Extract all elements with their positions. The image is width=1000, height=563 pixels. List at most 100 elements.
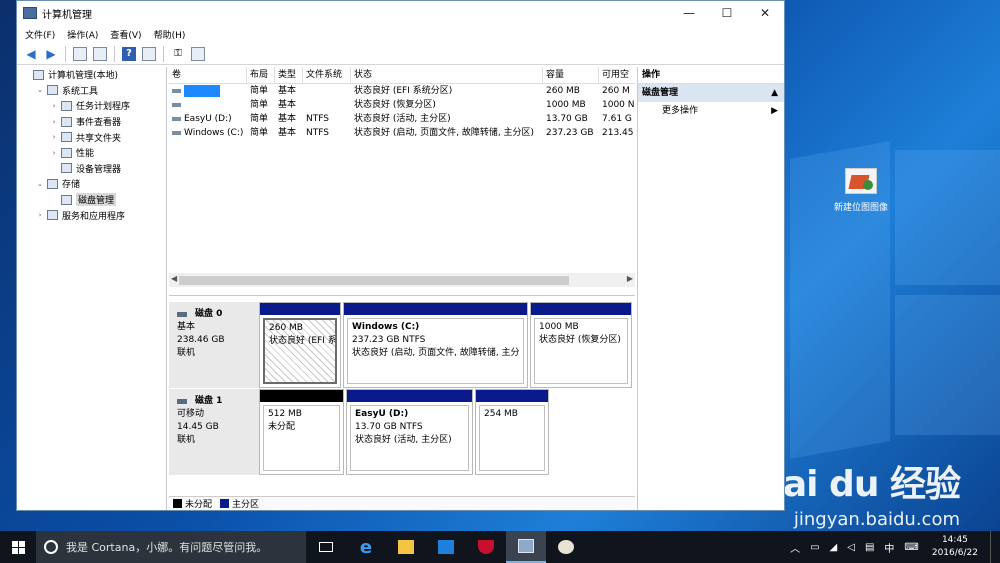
tree-item[interactable]: ⌄ 存储	[17, 176, 166, 192]
battery-icon[interactable]: ▭	[810, 542, 819, 553]
console-tree-icon[interactable]	[93, 46, 107, 61]
volume-cell: 13.70 GB	[546, 114, 588, 124]
forward-arrow-icon[interactable]: ▶	[44, 47, 58, 61]
tree-item[interactable]: 计算机管理(本地)	[17, 67, 166, 83]
tree-item[interactable]: › 服务和应用程序	[17, 207, 166, 223]
scroll-right-icon[interactable]: ▶	[627, 274, 633, 283]
tree-item[interactable]: ⌄ 系统工具	[17, 83, 166, 99]
partition-size: 260 MB	[269, 323, 303, 333]
menu-help[interactable]: 帮助(H)	[154, 28, 186, 41]
disk-row[interactable]: 磁盘 1 可移动 14.45 GB 联机 512 MB 未分配 EasyU (D:) 13.7…	[169, 389, 635, 475]
horizontal-scrollbar[interactable]: ◀ ▶	[169, 273, 635, 287]
volume-cell: 基本	[278, 114, 297, 124]
volume-row[interactable]: Windows (C:) 简单 基本 NTFS 状态良好 (启动, 页面文件, 故障转储…	[169, 126, 635, 140]
partition-color-bar	[531, 303, 631, 315]
taskbar-store[interactable]	[426, 531, 466, 563]
folder-icon	[398, 540, 414, 554]
column-header-layout[interactable]: 布局	[247, 67, 275, 83]
column-header-status[interactable]: 状态	[351, 67, 543, 83]
menu-view[interactable]: 查看(V)	[110, 28, 141, 41]
title-bar[interactable]: 计算机管理 — ☐ ✕	[17, 1, 784, 25]
actions-section-disk-management[interactable]: 磁盘管理 ▲	[638, 84, 784, 102]
volume-row[interactable]: EasyU (D:) 简单 基本 NTFS 状态良好 (活动, 主分区) 13.70 GB…	[169, 112, 635, 126]
column-header-filesystem[interactable]: 文件系统	[303, 67, 351, 83]
partition-block[interactable]: Windows (C:) 237.23 GB NTFS 状态良好 (启动, 页面文件…	[343, 302, 528, 388]
disk-row[interactable]: 磁盘 0 基本 238.46 GB 联机 260 MB 状态良好 (EFI 系 Window…	[169, 302, 635, 388]
menu-file[interactable]: 文件(F)	[25, 28, 55, 41]
taskbar-mcafee[interactable]	[466, 531, 506, 563]
ime-mode-icon[interactable]: ⌨	[904, 542, 918, 553]
volume-row[interactable]: 简单 基本 状态良好 (EFI 系统分区) 260 MB 260 M	[169, 84, 635, 98]
key-icon[interactable]: ⚿	[171, 47, 185, 61]
clock[interactable]: 14:45 2016/6/22	[924, 534, 986, 560]
column-header-type[interactable]: 类型	[275, 67, 303, 83]
tree-item[interactable]: 设备管理器	[17, 161, 166, 177]
column-header-capacity[interactable]: 容量	[543, 67, 599, 83]
scrollbar-thumb[interactable]	[179, 276, 569, 285]
partition-block[interactable]: EasyU (D:) 13.70 GB NTFS 状态良好 (活动, 主分区)	[346, 389, 473, 475]
tree-item[interactable]: › 共享文件夹	[17, 129, 166, 145]
more-actions-item[interactable]: 更多操作 ▶	[638, 102, 784, 120]
volume-cell: NTFS	[306, 114, 329, 124]
taskbar-computer-management[interactable]	[506, 531, 546, 563]
partition-status: 未分配	[268, 422, 296, 432]
column-header-volume[interactable]: 卷	[169, 67, 247, 83]
start-button[interactable]	[0, 531, 36, 563]
scroll-left-icon[interactable]: ◀	[171, 274, 177, 283]
tree-expander-icon[interactable]: ›	[35, 211, 45, 219]
volume-row[interactable]: 简单 基本 状态良好 (恢复分区) 1000 MB 1000 N	[169, 98, 635, 112]
up-folder-icon[interactable]	[73, 46, 87, 61]
input-method-indicator[interactable]: 中	[884, 540, 894, 555]
tree-item[interactable]: 磁盘管理	[17, 192, 166, 208]
taskbar-edge[interactable]: e	[346, 531, 386, 563]
partition-block[interactable]: 512 MB 未分配	[259, 389, 344, 475]
tree-expander-icon[interactable]: ›	[49, 102, 59, 110]
column-header-free[interactable]: 可用空	[599, 67, 635, 83]
tree-expander-icon[interactable]: ⌄	[35, 86, 45, 94]
partition-size: 1000 MB	[539, 322, 579, 332]
disk-size: 238.46 GB	[177, 335, 225, 345]
tree-node-icon	[47, 178, 58, 189]
partition-block[interactable]: 260 MB 状态良好 (EFI 系	[259, 302, 341, 388]
network-icon[interactable]: ◢	[830, 542, 838, 553]
show-hidden-icons-icon[interactable]: ︿	[790, 540, 800, 555]
list-view-icon[interactable]	[191, 46, 205, 61]
volume-icon[interactable]: ◁	[847, 542, 855, 553]
maximize-button[interactable]: ☐	[708, 1, 746, 25]
partition-block[interactable]: 1000 MB 状态良好 (恢复分区)	[530, 302, 632, 388]
help-icon[interactable]: ?	[122, 46, 136, 61]
partition-block[interactable]: 254 MB	[475, 389, 549, 475]
disk-label[interactable]: 磁盘 0 基本 238.46 GB 联机	[169, 302, 259, 388]
tree-expander-icon[interactable]: ›	[49, 118, 59, 126]
volume-list: 卷 布局 类型 文件系统 状态 容量 可用空 简单 基本 状态良好 (EFI 系统分…	[169, 67, 635, 287]
desktop-icon-bitmap[interactable]: 新建位图图像	[826, 168, 896, 213]
action-center-icon[interactable]: ▤	[865, 542, 874, 553]
tree-expander-icon[interactable]: ›	[49, 149, 59, 157]
back-arrow-icon[interactable]: ◀	[24, 47, 38, 61]
volume-cell: 1000 MB	[546, 100, 586, 110]
partition-status: 状态良好 (启动, 页面文件, 故障转储, 主分	[352, 348, 520, 358]
disk-label[interactable]: 磁盘 1 可移动 14.45 GB 联机	[169, 389, 259, 475]
properties-icon[interactable]	[142, 46, 156, 61]
collapse-up-icon[interactable]: ▲	[771, 84, 778, 102]
toolbar-separator	[114, 45, 115, 62]
task-view-button[interactable]	[306, 531, 346, 563]
cortana-search-box[interactable]: 我是 Cortana，小娜。有问题尽管问我。	[36, 531, 306, 563]
tree-item[interactable]: › 性能	[17, 145, 166, 161]
close-button[interactable]: ✕	[746, 1, 784, 25]
minimize-button[interactable]: —	[670, 1, 708, 25]
console-tree: 计算机管理(本地) ⌄ 系统工具 › 任务计划程序 › 事件查看器 › 共享文件夹 › 性能 设备管理…	[17, 67, 167, 510]
legend-label: 未分配	[185, 500, 213, 510]
volume-cell: 260 MB	[546, 86, 580, 96]
volume-cell: 状态良好 (恢复分区)	[354, 100, 436, 110]
cortana-placeholder: 我是 Cortana，小娜。有问题尽管问我。	[66, 541, 268, 554]
tree-item[interactable]: › 任务计划程序	[17, 98, 166, 114]
tree-expander-icon[interactable]: ⌄	[35, 180, 45, 188]
tree-item[interactable]: › 事件查看器	[17, 114, 166, 130]
taskbar-file-explorer[interactable]	[386, 531, 426, 563]
tree-expander-icon[interactable]: ›	[49, 133, 59, 141]
computer-management-icon	[518, 539, 534, 553]
show-desktop-button[interactable]	[990, 531, 1000, 563]
taskbar-paint[interactable]	[546, 531, 586, 563]
menu-action[interactable]: 操作(A)	[67, 28, 98, 41]
